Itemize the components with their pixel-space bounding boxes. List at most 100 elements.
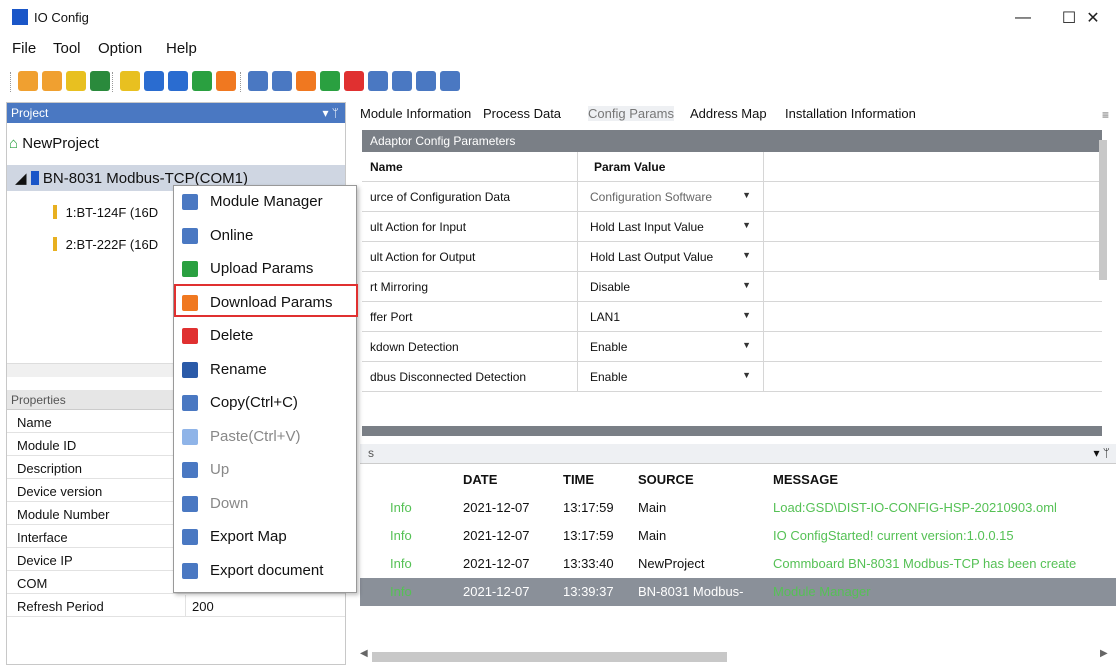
tab-menu-icon[interactable]: ≡ <box>1102 108 1109 122</box>
toolbar-separator <box>112 72 114 92</box>
minimize-button[interactable]: — <box>1000 0 1046 36</box>
config-row: ult Action for Output Hold Last Output Va… <box>362 242 1102 272</box>
warning-icon[interactable] <box>216 71 236 91</box>
export-icon[interactable] <box>416 71 436 91</box>
dropdown-arrow-icon[interactable]: ▼ <box>742 340 751 350</box>
layers-icon[interactable] <box>440 71 460 91</box>
menu-item-copy-ctrl-c[interactable]: Copy(Ctrl+C) <box>174 387 358 420</box>
project-pane-title: Project <box>11 106 49 120</box>
download-params-icon[interactable] <box>296 71 316 91</box>
menu-file[interactable]: File <box>12 40 36 57</box>
tab-process-data[interactable]: Process Data <box>483 106 561 121</box>
tab-address-map[interactable]: Address Map <box>690 106 767 121</box>
title-bar: IO Config — ☐ ✕ <box>0 0 1116 36</box>
menu-item-rename[interactable]: Rename <box>174 354 358 387</box>
close-button[interactable]: ✕ <box>1070 0 1116 36</box>
copy-icon[interactable] <box>392 71 412 91</box>
log-date: 2021-12-07 <box>463 500 530 515</box>
menu-item-label: Paste(Ctrl+V) <box>210 427 301 445</box>
config-param-select[interactable]: Hold Last Input Value ▼ <box>578 212 764 242</box>
menu-option[interactable]: Option <box>98 40 142 57</box>
scroll-right-icon[interactable]: ▶ <box>1100 648 1108 659</box>
delete-icon[interactable] <box>344 71 364 91</box>
menu-item-down[interactable]: Down <box>174 488 358 521</box>
dropdown-arrow-icon[interactable]: ▼ <box>742 220 751 230</box>
dropdown-arrow-icon[interactable]: ▼ <box>742 370 751 380</box>
home-icon: ⌂ <box>9 135 19 152</box>
export-map-icon <box>182 529 198 545</box>
menu-item-delete[interactable]: Delete <box>174 320 358 353</box>
config-param-name: ffer Port <box>362 302 578 332</box>
config-header: Adaptor Config Parameters <box>362 130 1102 152</box>
tab-installation-information[interactable]: Installation Information <box>785 106 916 121</box>
tree-module-2[interactable]: 2:BT-222F (16D <box>53 237 158 252</box>
config-param-value: Hold Last Input Value <box>590 220 704 234</box>
config-vscrollbar[interactable] <box>1099 140 1107 280</box>
online-icon[interactable] <box>272 71 292 91</box>
tab-module-information[interactable]: Module Information <box>360 106 471 121</box>
scroll-left-icon[interactable]: ◀ <box>360 648 368 659</box>
download-icon[interactable] <box>168 71 188 91</box>
menu-item-label: Export document <box>210 561 324 579</box>
module-icon[interactable] <box>248 71 268 91</box>
menu-item-export-document[interactable]: Export document <box>174 555 358 588</box>
config-param-select[interactable]: Configuration Software ▼ <box>578 182 764 212</box>
tab-config-params[interactable]: Config Params <box>588 106 674 121</box>
config-param-name: ult Action for Output <box>362 242 578 272</box>
menu-item-label: Delete <box>210 327 254 344</box>
menu-item-module-manager[interactable]: Module Manager <box>174 186 358 219</box>
config-param-select[interactable]: Enable ▼ <box>578 332 764 362</box>
config-col-value: Param Value <box>578 152 764 182</box>
dropdown-arrow-icon[interactable]: ▼ <box>742 280 751 290</box>
log-row[interactable]: Info 2021-12-07 13:17:59 Main Load:GSD\DIST-… <box>360 494 1116 522</box>
log-col-source: SOURCE <box>638 472 694 487</box>
save-icon[interactable] <box>66 71 86 91</box>
property-name: Module ID <box>17 438 77 453</box>
new-icon[interactable] <box>18 71 38 91</box>
log-row[interactable]: Info 2021-12-07 13:39:37 BN-8031 Modbus- Mod… <box>360 578 1116 606</box>
config-row: ffer Port LAN1 ▼ <box>362 302 1102 332</box>
menu-item-paste-ctrl-v[interactable]: Paste(Ctrl+V) <box>174 421 358 454</box>
log-row[interactable]: Info 2021-12-07 13:17:59 Main IO ConfigStart… <box>360 522 1116 550</box>
menu-item-download-params[interactable]: Download Params <box>174 287 358 320</box>
log-pin-icon[interactable]: ▾ ᛘ <box>1093 446 1110 460</box>
dropdown-arrow-icon[interactable]: ▼ <box>742 310 751 320</box>
open-icon[interactable] <box>42 71 62 91</box>
upload-params-icon[interactable] <box>320 71 340 91</box>
info-icon[interactable] <box>192 71 212 91</box>
property-value[interactable]: 200 <box>185 595 345 617</box>
collapse-arrow-icon[interactable]: ◢ <box>15 170 27 187</box>
menu-item-up[interactable]: Up <box>174 454 358 487</box>
search-icon[interactable] <box>144 71 164 91</box>
log-row[interactable]: Info 2021-12-07 13:33:40 NewProject Commboar… <box>360 550 1116 578</box>
toolbar-separator <box>10 72 12 92</box>
config-param-value: Enable <box>590 340 628 354</box>
rename-icon[interactable] <box>368 71 388 91</box>
menu-item-online[interactable]: Online <box>174 220 358 253</box>
menu-item-export-map[interactable]: Export Map <box>174 521 358 554</box>
config-col-name: Name <box>362 152 578 182</box>
config-param-select[interactable]: Hold Last Output Value ▼ <box>578 242 764 272</box>
config-param-select[interactable]: Disable ▼ <box>578 272 764 302</box>
app-icon <box>12 9 28 25</box>
menu-help[interactable]: Help <box>166 40 197 57</box>
dropdown-arrow-icon[interactable]: ▼ <box>742 250 751 260</box>
log-header: s ▾ ᛘ <box>360 444 1116 464</box>
tree-root[interactable]: ⌂ NewProject <box>9 135 99 152</box>
log-title: s <box>368 446 374 460</box>
paste-icon <box>182 428 198 445</box>
dropdown-arrow-icon[interactable]: ▼ <box>742 190 751 200</box>
tree-module-1[interactable]: 1:BT-124F (16D <box>53 205 158 220</box>
rename-icon <box>182 361 198 378</box>
module-icon <box>53 205 57 219</box>
save-as-icon[interactable] <box>90 71 110 91</box>
menu-tool[interactable]: Tool <box>53 40 81 57</box>
pin-icon[interactable]: ▾ ᛘ <box>322 103 339 123</box>
menu-item-upload-params[interactable]: Upload Params <box>174 253 358 286</box>
log-hscrollbar[interactable] <box>372 652 727 662</box>
log-source: NewProject <box>638 556 705 571</box>
config-param-select[interactable]: Enable ▼ <box>578 362 764 392</box>
config-param-select[interactable]: LAN1 ▼ <box>578 302 764 332</box>
settings-icon[interactable] <box>120 71 140 91</box>
toolbar-separator <box>240 72 242 92</box>
